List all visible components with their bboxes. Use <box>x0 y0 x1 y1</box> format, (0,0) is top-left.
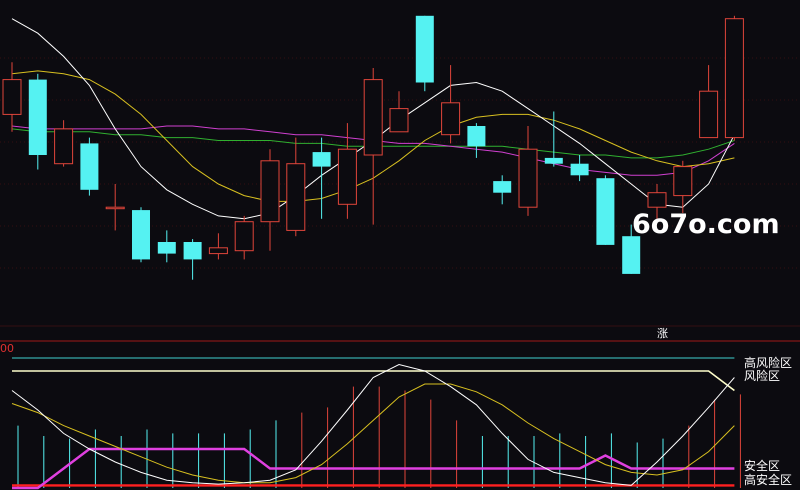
candle-up <box>260 160 280 223</box>
candle-up <box>699 90 719 139</box>
stock-chart: 6o7o.com 涨 00 高风险区 风险区 安全区 高安全区 <box>0 0 800 490</box>
candle-down <box>132 210 150 260</box>
candle-up <box>208 247 228 255</box>
zone-label-top: 高风险区 <box>744 355 792 370</box>
candle-up <box>234 221 254 252</box>
candle-down <box>183 242 202 260</box>
candle-down <box>312 152 331 167</box>
candle-down <box>544 157 563 164</box>
candle-down <box>570 163 589 176</box>
candle-down <box>80 143 99 190</box>
candle-up <box>337 148 357 205</box>
candle-up <box>389 108 409 133</box>
candle-up <box>441 102 461 136</box>
watermark-text: 6o7o.com <box>632 209 780 240</box>
candle-up <box>286 163 306 231</box>
candle-up <box>54 128 74 165</box>
candle-down <box>415 15 434 83</box>
candle-down <box>622 236 641 274</box>
candle-up <box>518 148 538 208</box>
candle-up <box>673 166 693 197</box>
candle-up <box>105 206 125 210</box>
candle-up <box>647 192 667 208</box>
zone-label-risk: 风险区 <box>744 368 780 383</box>
zone-label-high-safe: 高安全区 <box>744 472 792 487</box>
candle-down <box>467 126 486 147</box>
candle-up <box>724 18 744 139</box>
candle-up <box>2 79 22 115</box>
zone-label-safe: 安全区 <box>744 458 780 473</box>
candle-down <box>157 242 176 254</box>
candle-down <box>28 79 47 155</box>
candle-up <box>363 79 383 156</box>
candle-down <box>493 181 512 193</box>
rise-badge: 涨 <box>657 327 668 340</box>
chart-background <box>0 0 800 490</box>
candle-down <box>596 178 615 245</box>
lower-axis-label: 00 <box>0 342 14 355</box>
